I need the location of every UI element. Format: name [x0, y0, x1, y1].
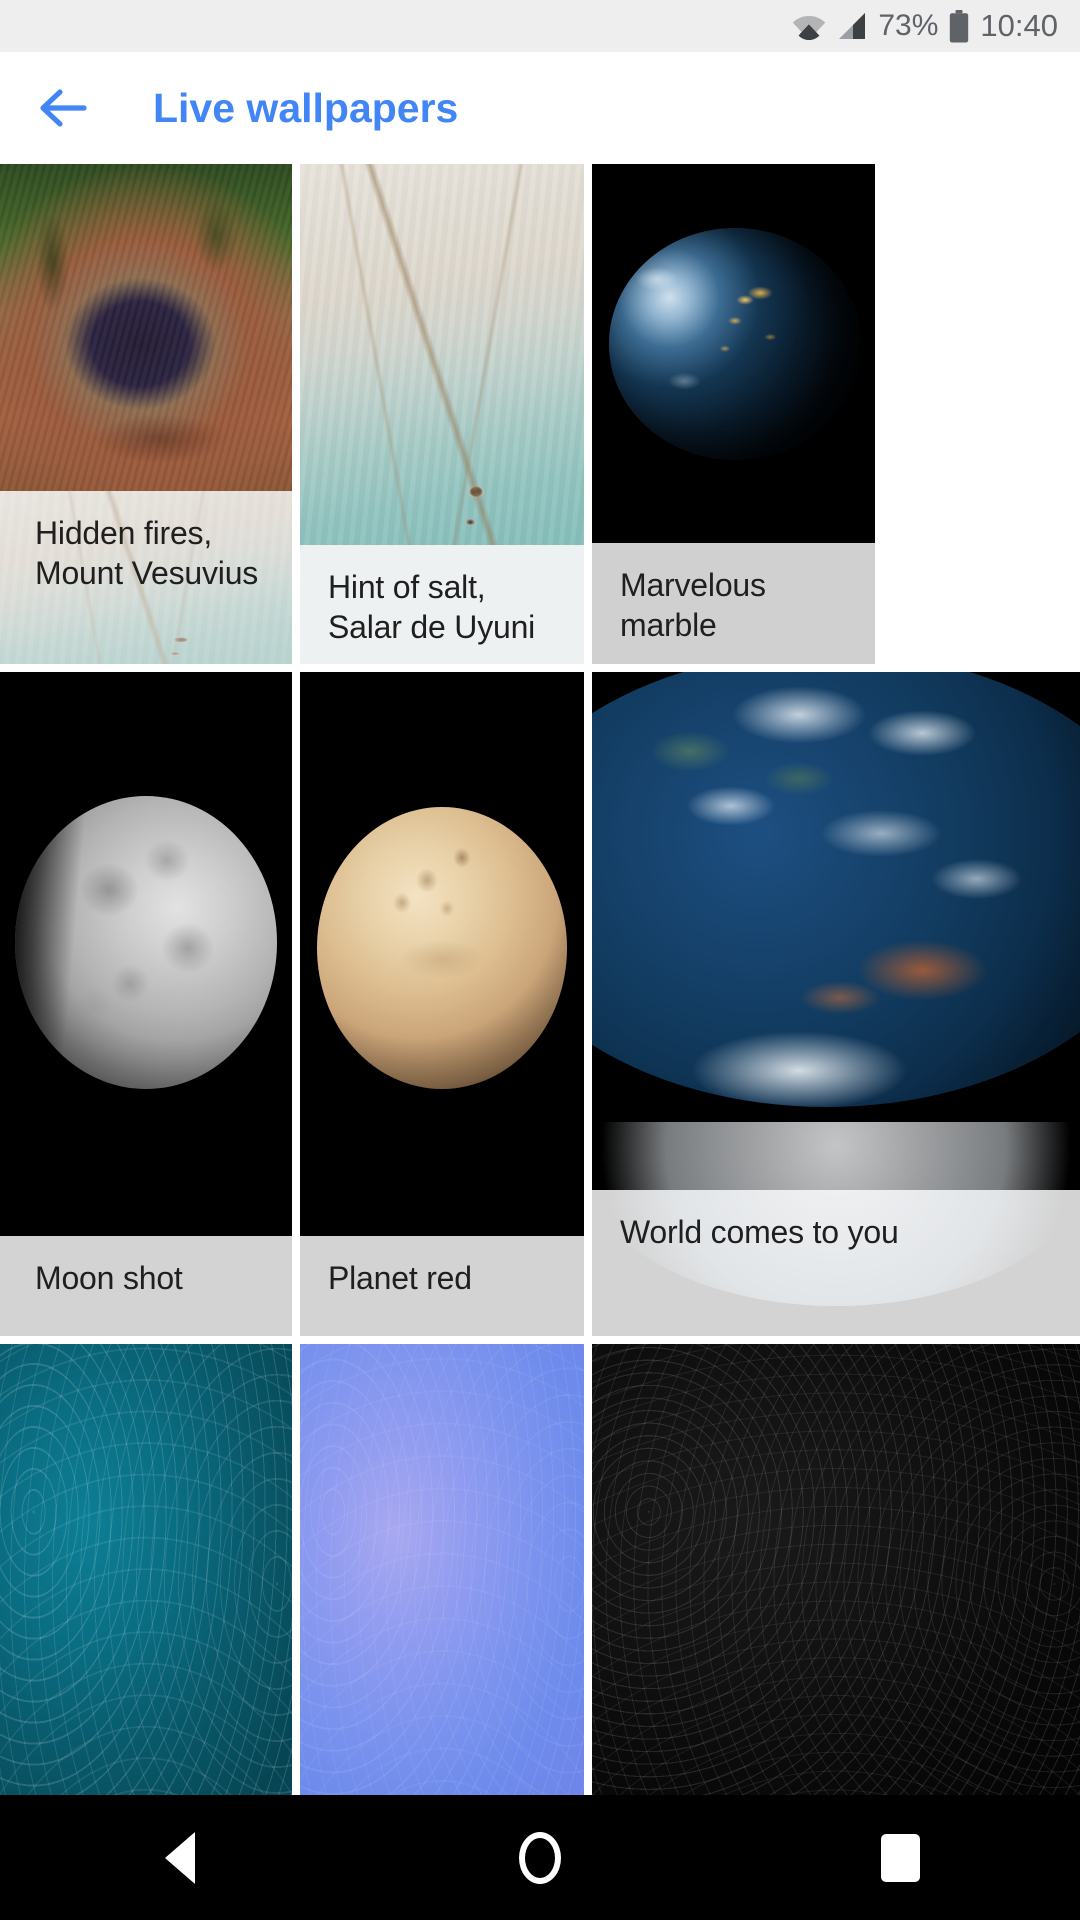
- wallpaper-tile[interactable]: Planet red: [300, 672, 584, 1336]
- wallpaper-grid-row: [0, 1344, 1080, 1795]
- cell-signal-icon: [839, 13, 866, 39]
- wallpaper-thumbnail: [300, 672, 584, 1236]
- battery-icon: [950, 9, 969, 42]
- grid-gutter: [584, 672, 592, 1336]
- wallpaper-thumbnail: [0, 672, 292, 1236]
- wallpaper-title: Moon shot: [35, 1260, 183, 1296]
- wallpaper-title: Planet red: [328, 1260, 472, 1296]
- tile-right-blank-lower: [875, 543, 1080, 664]
- status-bar: 73% 10:40: [0, 0, 1080, 52]
- nav-home-icon: [519, 1831, 561, 1884]
- wallpaper-tile[interactable]: [300, 1344, 584, 1795]
- app-toolbar: Live wallpapers: [0, 52, 1080, 164]
- status-clock: 10:40: [980, 8, 1058, 43]
- wallpaper-thumbnail: [592, 164, 875, 543]
- wallpaper-grid[interactable]: Hidden fires, Mount Vesuvius Hint of sal…: [0, 164, 1080, 1795]
- wallpaper-thumbnail: [0, 1344, 292, 1795]
- wallpaper-thumbnail: [592, 672, 1080, 1190]
- grid-gutter: [292, 672, 300, 1336]
- grid-gutter: [584, 164, 592, 664]
- back-arrow-icon: [40, 89, 87, 127]
- wallpaper-grid-row: Moon shot Planet red World comes to you: [0, 672, 1080, 1336]
- wallpaper-title: Hidden fires, Mount Vesuvius: [35, 515, 259, 591]
- wallpaper-thumbnail: [300, 1344, 584, 1795]
- tile-right-blank: [875, 164, 1080, 543]
- wallpaper-tile[interactable]: Hidden fires, Mount Vesuvius: [0, 164, 292, 664]
- battery-percent-label: 73%: [878, 9, 939, 42]
- nav-home-button[interactable]: [360, 1795, 720, 1920]
- nav-recents-button[interactable]: [720, 1795, 1080, 1920]
- wallpaper-tile[interactable]: [0, 1344, 292, 1795]
- wallpaper-title: Marvelous marble: [620, 567, 766, 643]
- wallpaper-grid-row: Hidden fires, Mount Vesuvius Hint of sal…: [0, 164, 1080, 664]
- page-title: Live wallpapers: [153, 84, 459, 131]
- grid-gutter: [292, 164, 300, 664]
- wallpaper-tile[interactable]: Hint of salt, Salar de Uyuni: [300, 164, 584, 664]
- wallpaper-tile[interactable]: World comes to you: [592, 672, 1080, 1336]
- system-navigation-bar: [0, 1795, 1080, 1920]
- wallpaper-tile[interactable]: [592, 1344, 1080, 1795]
- status-bar-right-cluster: 73% 10:40: [792, 0, 1058, 52]
- nav-back-button[interactable]: [0, 1795, 360, 1920]
- wallpaper-thumbnail: [0, 164, 292, 491]
- wallpaper-thumbnail: [300, 164, 584, 545]
- back-button[interactable]: [30, 76, 94, 140]
- wallpaper-title: World comes to you: [620, 1214, 899, 1250]
- wifi-icon: [793, 16, 826, 40]
- nav-back-icon: [165, 1831, 195, 1884]
- grid-gutter: [584, 1344, 592, 1795]
- nav-recents-icon: [880, 1833, 920, 1882]
- wallpaper-title: Hint of salt, Salar de Uyuni: [328, 569, 536, 645]
- wallpaper-thumbnail: [592, 1344, 1080, 1795]
- wallpaper-tile[interactable]: Moon shot: [0, 672, 292, 1336]
- grid-gutter: [292, 1344, 300, 1795]
- wallpaper-tile[interactable]: Marvelous marble: [592, 164, 1080, 664]
